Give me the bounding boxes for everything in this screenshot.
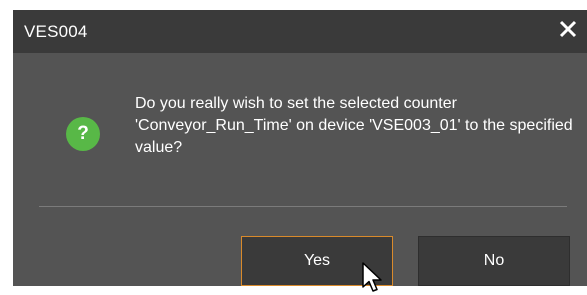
close-button[interactable] <box>553 14 583 44</box>
dialog-title: VES004 <box>24 22 88 41</box>
dialog-message: Do you really wish to set the selected c… <box>135 95 573 156</box>
no-button[interactable]: No <box>418 236 570 286</box>
mouse-pointer-icon <box>362 262 382 292</box>
question-icon: ? <box>66 117 100 151</box>
dialog-titlebar: VES004 <box>13 10 587 53</box>
dialog-divider <box>39 206 567 207</box>
confirm-dialog: VES004 ? Do you really wish to set the s… <box>13 10 587 286</box>
close-icon <box>559 20 577 38</box>
